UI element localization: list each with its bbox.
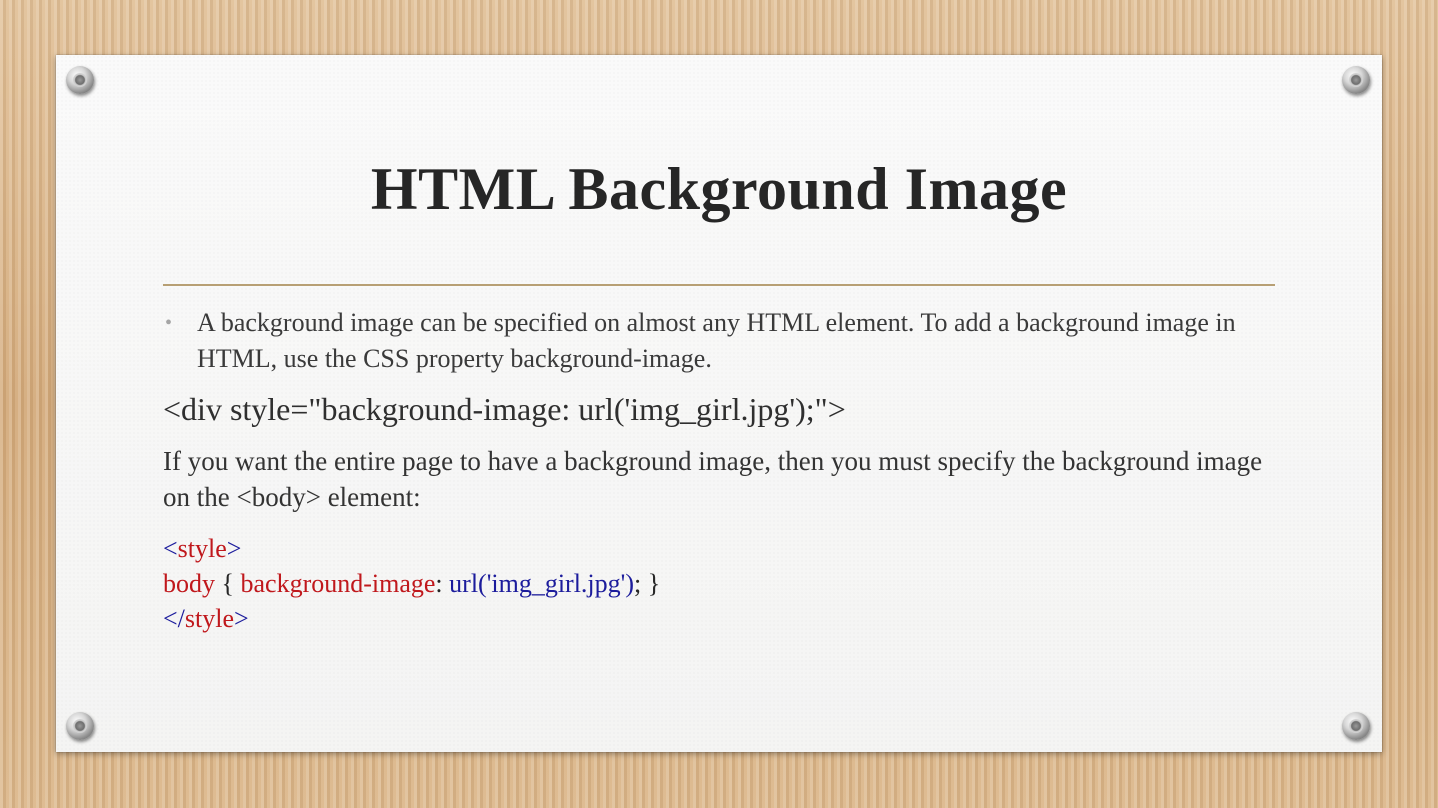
code-line-body-rule: body { background-image: url('img_girl.j… (163, 566, 1278, 601)
body-paragraph: If you want the entire page to have a ba… (163, 446, 1263, 512)
code-tag-bracket: > (226, 534, 242, 563)
slide-title: HTML Background Image (370, 156, 1068, 222)
code-brace: { (215, 569, 241, 598)
code-tag-name: style (177, 534, 227, 563)
pushpin-icon (1342, 66, 1370, 94)
code-tag-name: style (184, 604, 234, 633)
bullet-item: • A background image can be specified on… (163, 305, 1278, 377)
bullet-text: A background image can be specified on a… (197, 308, 1236, 373)
slide-content: • A background image can be specified on… (163, 305, 1278, 636)
code-tag-bracket: </ (163, 604, 185, 633)
title-divider (163, 284, 1275, 286)
code-example: <div style="background-image: url('img_g… (163, 391, 846, 427)
code-brace: ; } (634, 569, 661, 598)
code-colon: : (435, 569, 450, 598)
css-code-block: <style> body { background-image: url('im… (163, 531, 1278, 636)
pushpin-icon (66, 66, 94, 94)
bullet-dot-icon: • (165, 312, 173, 334)
code-line-open-style: <style> (163, 531, 1278, 566)
slide-card: HTML Background Image • A background ima… (56, 55, 1382, 752)
code-tag-bracket: > (234, 604, 249, 633)
code-value: url('img_girl.jpg') (449, 569, 634, 598)
code-line-close-style: </style> (163, 601, 1278, 636)
code-selector: body (163, 569, 215, 598)
pushpin-icon (66, 712, 94, 740)
pushpin-icon (1342, 712, 1370, 740)
code-property: background-image (240, 569, 436, 598)
code-tag-bracket: < (163, 534, 178, 563)
